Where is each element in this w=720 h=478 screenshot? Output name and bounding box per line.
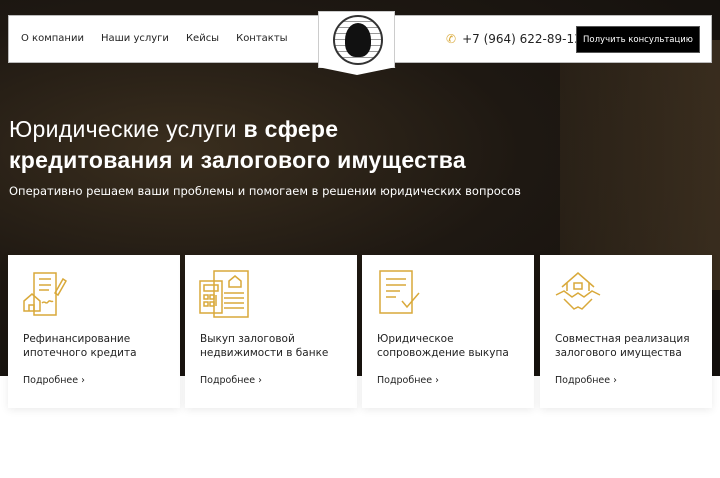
service-card[interactable]: Рефинансирование ипотечного кредита Подро… xyxy=(8,255,180,408)
nav-cases[interactable]: Кейсы xyxy=(186,33,219,44)
logo[interactable] xyxy=(318,11,396,75)
card-title-line2: залогового имущества xyxy=(555,347,682,359)
card-title-line2: ипотечного кредита xyxy=(23,347,137,359)
calculator-document-icon xyxy=(199,270,249,318)
card-title: Юридическое xyxy=(377,333,454,345)
lion-globe-icon xyxy=(333,15,383,65)
nav-services[interactable]: Наши услуги xyxy=(101,33,169,44)
service-card[interactable]: Юридическое сопровождение выкупа Подробне… xyxy=(362,255,534,408)
phone-number[interactable]: +7 (964) 622-89-13 xyxy=(462,32,582,46)
card-title-line2: сопровождение выкупа xyxy=(377,347,509,359)
nav-about[interactable]: О компании xyxy=(21,33,84,44)
more-link[interactable]: Подробнее › xyxy=(200,375,262,386)
document-house-icon xyxy=(23,272,67,316)
phone-link[interactable]: ✆ +7 (964) 622-89-13 xyxy=(446,32,582,46)
more-link[interactable]: Подробнее › xyxy=(555,375,617,386)
consultation-button[interactable]: Получить консультацию xyxy=(576,26,700,53)
card-title: Рефинансирование xyxy=(23,333,131,345)
document-check-icon xyxy=(379,270,420,314)
phone-icon: ✆ xyxy=(446,32,457,46)
service-card[interactable]: Выкуп залоговой недвижимости в банке Подр… xyxy=(185,255,357,408)
nav-contacts[interactable]: Контакты xyxy=(236,33,287,44)
card-title-line2: недвижимости в банке xyxy=(200,347,329,359)
handshake-house-icon xyxy=(555,272,601,310)
main-nav: О компании Наши услуги Кейсы Контакты xyxy=(21,33,288,44)
more-link[interactable]: Подробнее › xyxy=(23,375,85,386)
hero-title: Юридические услуги в сфере кредитования и… xyxy=(9,116,467,173)
card-title: Выкуп залоговой xyxy=(200,333,295,345)
hero-subtitle: Оперативно решаем ваши проблемы и помога… xyxy=(9,184,521,198)
card-title: Совместная реализация xyxy=(555,333,690,345)
more-link[interactable]: Подробнее › xyxy=(377,375,439,386)
service-card[interactable]: Совместная реализация залогового имуществ… xyxy=(540,255,712,408)
